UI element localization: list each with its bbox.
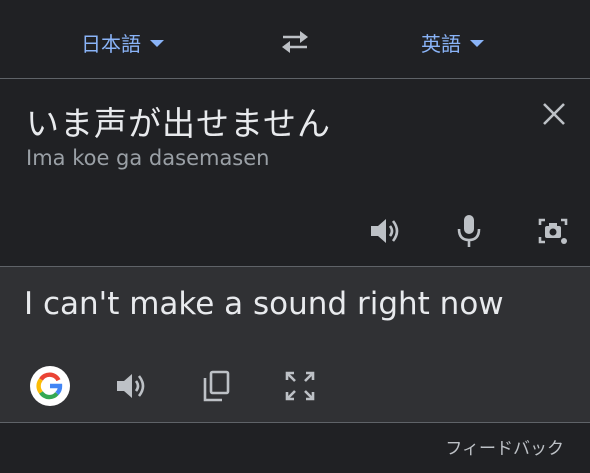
source-language-label: 日本語 xyxy=(81,31,141,56)
fullscreen-icon xyxy=(285,371,315,401)
result-listen-button[interactable] xyxy=(112,366,152,406)
footer: フィードバック xyxy=(0,423,590,473)
clear-button[interactable] xyxy=(536,96,572,132)
translation-result[interactable]: I can't make a sound right now xyxy=(24,286,504,322)
translate-card: 日本語 英語 いま声が出せません Ima koe ga dasemasen I … xyxy=(0,0,590,473)
source-panel: いま声が出せません Ima koe ga dasemasen xyxy=(0,79,590,266)
microphone-icon xyxy=(457,215,481,247)
target-language-selector[interactable]: 英語 xyxy=(421,26,484,58)
target-language-label: 英語 xyxy=(421,31,461,56)
google-logo-icon xyxy=(36,372,63,400)
chevron-down-icon xyxy=(150,40,164,47)
feedback-link[interactable]: フィードバック xyxy=(445,434,564,459)
camera-translate-icon xyxy=(538,218,568,244)
speaker-icon xyxy=(371,219,399,243)
fullscreen-button[interactable] xyxy=(280,366,320,406)
source-listen-button[interactable] xyxy=(366,211,406,251)
result-panel: I can't make a sound right now xyxy=(0,267,590,422)
source-text[interactable]: いま声が出せません xyxy=(26,97,331,145)
close-icon xyxy=(543,103,565,125)
copy-icon xyxy=(203,370,230,402)
copy-button[interactable] xyxy=(196,366,236,406)
swap-arrows-icon xyxy=(282,31,308,53)
language-bar: 日本語 英語 xyxy=(0,0,590,78)
chevron-down-icon xyxy=(470,40,484,47)
camera-button[interactable] xyxy=(533,211,573,251)
microphone-button[interactable] xyxy=(449,211,489,251)
google-button[interactable] xyxy=(30,366,70,406)
swap-languages-button[interactable] xyxy=(278,25,312,59)
source-transliteration: Ima koe ga dasemasen xyxy=(26,146,270,170)
speaker-icon xyxy=(117,374,145,398)
source-language-selector[interactable]: 日本語 xyxy=(81,26,164,58)
